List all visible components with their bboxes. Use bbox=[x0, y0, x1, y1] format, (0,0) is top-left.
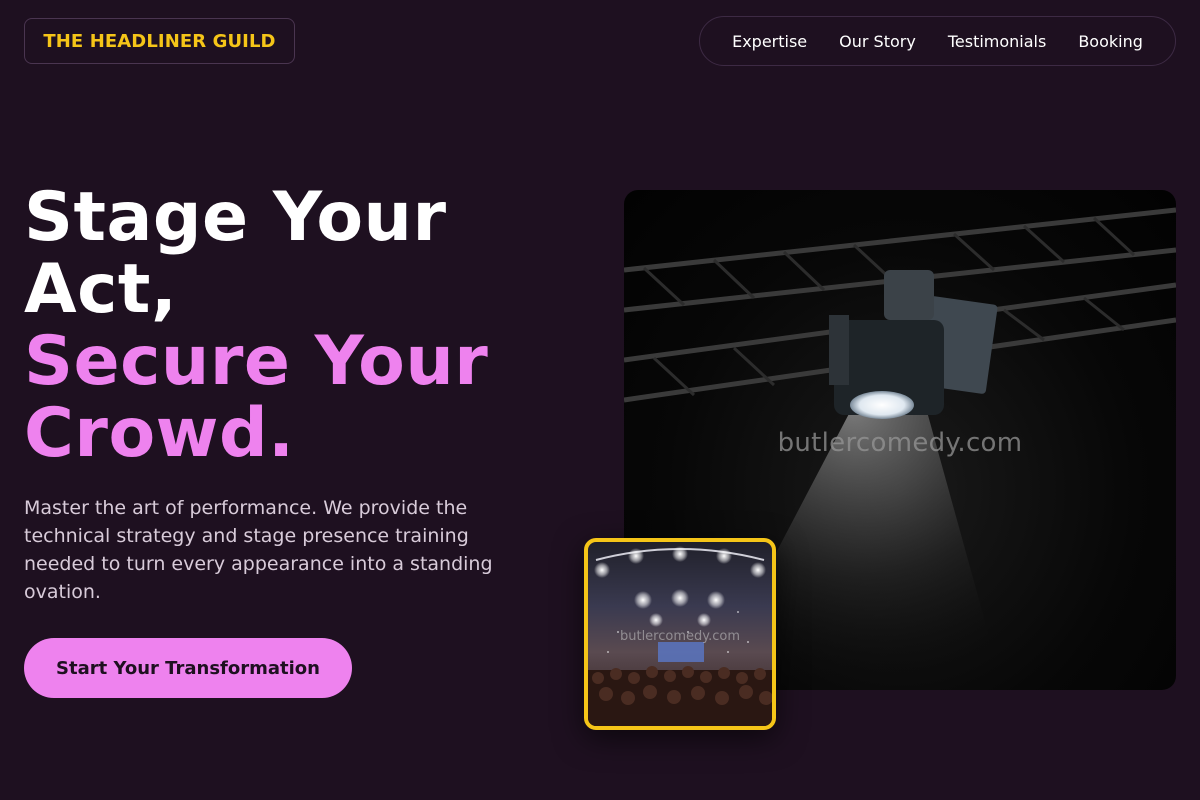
hero-headline: Stage Your Act, Secure Your Crowd. bbox=[24, 182, 488, 470]
hero-subcopy: Master the art of performance. We provid… bbox=[24, 497, 493, 603]
nav-link-expertise[interactable]: Expertise bbox=[732, 32, 807, 51]
concert-crowd-thumbnail: butlercomedy.com bbox=[584, 538, 776, 730]
headline-line-accent: Crowd. bbox=[24, 394, 295, 473]
nav-link-our-story[interactable]: Our Story bbox=[839, 32, 916, 51]
headline-line-accent: Secure Your bbox=[24, 322, 489, 401]
thumbnail-watermark: butlercomedy.com bbox=[619, 629, 740, 644]
headline-line: Act, bbox=[24, 250, 178, 329]
brand-logo[interactable]: THE HEADLINER GUILD bbox=[24, 18, 295, 64]
start-transformation-button[interactable]: Start Your Transformation bbox=[24, 638, 352, 698]
headline-line: Stage Your bbox=[24, 178, 447, 257]
nav-link-testimonials[interactable]: Testimonials bbox=[948, 32, 1047, 51]
landing-page: THE HEADLINER GUILD Expertise Our Story … bbox=[0, 0, 1200, 800]
image-watermark: butlercomedy.com bbox=[777, 428, 1023, 458]
main-nav: Expertise Our Story Testimonials Booking bbox=[699, 16, 1176, 66]
nav-link-booking[interactable]: Booking bbox=[1078, 32, 1143, 51]
